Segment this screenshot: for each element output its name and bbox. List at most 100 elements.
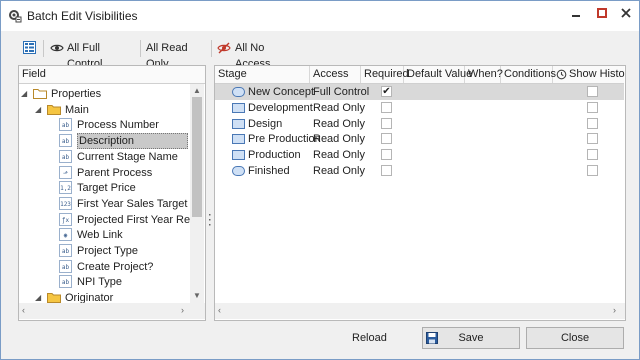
all-full-control-button[interactable]: All Full Control <box>50 40 136 70</box>
reload-link[interactable]: Reload <box>352 332 387 344</box>
access-value[interactable]: Read Only <box>313 116 365 132</box>
maximize-icon <box>597 8 607 18</box>
show-history-checkbox[interactable] <box>587 149 598 161</box>
stage-row[interactable]: Finished Read Only <box>215 163 624 179</box>
tree-vertical-scrollbar[interactable]: ▲ ▼ <box>190 84 204 303</box>
field-column-header[interactable]: Field <box>19 66 205 84</box>
close-window-button[interactable] <box>613 5 639 25</box>
required-checkbox[interactable]: ✔ <box>381 86 392 97</box>
batch-edit-window: Batch Edit Visibilities All Full Control <box>0 0 640 360</box>
show-history-checkbox[interactable] <box>587 101 598 113</box>
tree-item[interactable]: ƒx Projected First Year Rev... <box>19 212 204 228</box>
stage-row[interactable]: Development Read Only <box>215 100 624 116</box>
scroll-left-icon[interactable]: ‹ <box>218 305 221 315</box>
tree-item-label: Create Project? <box>77 260 154 273</box>
stage-name: New Concept <box>248 86 315 98</box>
tree-item-label: Projected First Year Rev... <box>77 213 204 226</box>
save-button[interactable]: Save <box>422 327 520 349</box>
minimize-button[interactable] <box>563 5 589 25</box>
decimal-field-icon: 1,2 <box>59 181 72 195</box>
stage-row[interactable]: Pre Production Read Only <box>215 131 624 147</box>
number-field-icon: 123 <box>59 196 72 210</box>
column-header-access[interactable]: Access <box>310 66 361 83</box>
folder-icon <box>33 89 47 99</box>
access-value[interactable]: Read Only <box>313 131 365 147</box>
history-icon <box>556 69 567 80</box>
stage-name: Finished <box>248 165 290 177</box>
tree-scroll-thumb[interactable] <box>192 97 202 217</box>
tree-item-label: Process Number <box>77 119 159 132</box>
scroll-down-icon[interactable]: ▼ <box>193 291 201 300</box>
tree-item[interactable]: ⬏ Parent Process <box>19 165 189 181</box>
stage-row[interactable]: Production Read Only <box>215 147 624 163</box>
close-label: Close <box>560 332 590 344</box>
grid-view-icon[interactable] <box>23 41 36 54</box>
stage-name: Design <box>248 117 283 130</box>
scroll-up-icon[interactable]: ▲ <box>193 86 201 95</box>
column-header-show-history[interactable]: Show History <box>553 66 625 83</box>
scroll-right-icon[interactable]: › <box>181 305 184 315</box>
show-history-checkbox[interactable] <box>587 165 598 176</box>
stage-end-icon <box>232 166 245 176</box>
column-header-stage[interactable]: Stage <box>215 66 310 83</box>
folder-icon <box>47 104 61 115</box>
text-field-icon: ab <box>59 134 72 148</box>
eye-crossed-icon <box>217 42 231 54</box>
expand-arrow-icon[interactable]: ◢ <box>35 102 41 118</box>
required-checkbox[interactable] <box>381 149 392 161</box>
toolbar-separator <box>211 40 212 57</box>
splitter-grip-icon[interactable] <box>208 213 211 227</box>
formula-field-icon: ƒx <box>59 212 72 226</box>
column-header-default-value[interactable]: Default Value <box>404 66 472 83</box>
text-field-icon: ab <box>59 275 72 289</box>
stage-icon <box>232 150 245 161</box>
tree-item[interactable]: ◢ Main <box>19 102 189 118</box>
tree-horizontal-scrollbar[interactable]: ‹ › <box>19 303 205 319</box>
all-no-access-button[interactable]: All No Access <box>217 40 297 70</box>
maximize-button[interactable] <box>589 5 615 25</box>
show-history-label: Show History <box>569 68 625 80</box>
column-header-when[interactable]: When? <box>465 66 503 83</box>
grid-header: Stage Access Required Default Value When… <box>215 66 625 84</box>
tree-item[interactable]: ◢ Properties <box>19 86 189 102</box>
scroll-right-icon[interactable]: › <box>613 305 616 315</box>
stage-row[interactable]: Design Read Only <box>215 116 624 132</box>
grid-horizontal-scrollbar[interactable]: ‹ › <box>215 303 625 319</box>
tree-item-label: Target Price <box>77 182 136 195</box>
tree-item[interactable]: ab Create Project? <box>19 259 189 275</box>
tree-item-label: Parent Process <box>77 166 153 179</box>
tree-item-label: Project Type <box>77 245 138 257</box>
column-header-required[interactable]: Required <box>361 66 409 83</box>
field-tree-pane: Field ◢ Properties ◢ Main ab Process Number ab… <box>18 65 206 321</box>
access-value[interactable]: Read Only <box>313 100 365 116</box>
tree-item[interactable]: 123 First Year Sales Target <box>19 196 189 212</box>
stage-row[interactable]: New Concept Full Control ✔ <box>215 84 624 100</box>
expand-arrow-icon[interactable]: ◢ <box>21 86 27 102</box>
close-button[interactable]: Close <box>526 327 624 349</box>
required-checkbox[interactable] <box>381 165 392 176</box>
required-checkbox[interactable] <box>381 133 392 145</box>
access-value[interactable]: Read Only <box>313 163 365 179</box>
show-history-checkbox[interactable] <box>587 117 598 129</box>
column-header-conditions[interactable]: Conditions <box>501 66 556 83</box>
access-value[interactable]: Full Control <box>313 84 369 100</box>
all-read-only-button[interactable]: All Read Only <box>146 40 208 70</box>
window-title: Batch Edit Visibilities <box>27 9 138 23</box>
tree-item[interactable]: ab Description <box>19 133 189 150</box>
tree-item[interactable]: 1,2 Target Price <box>19 180 189 196</box>
access-value[interactable]: Read Only <box>313 147 365 163</box>
scroll-left-icon[interactable]: ‹ <box>22 305 25 315</box>
stage-icon <box>232 134 245 145</box>
tree-item[interactable]: ab Current Stage Name <box>19 149 189 165</box>
tree-item[interactable]: ab Process Number <box>19 117 189 133</box>
tree-item[interactable]: ab Project Type <box>19 243 189 259</box>
required-checkbox[interactable] <box>381 101 392 113</box>
tree-item[interactable]: ◉ Web Link <box>19 227 189 243</box>
tree-item[interactable]: ab NPI Type <box>19 274 189 290</box>
stage-name: Pre Production <box>248 133 321 146</box>
web-link-icon: ◉ <box>59 228 72 242</box>
show-history-checkbox[interactable] <box>587 86 598 97</box>
required-checkbox[interactable] <box>381 117 392 129</box>
show-history-checkbox[interactable] <box>587 133 598 145</box>
close-icon <box>621 8 631 18</box>
